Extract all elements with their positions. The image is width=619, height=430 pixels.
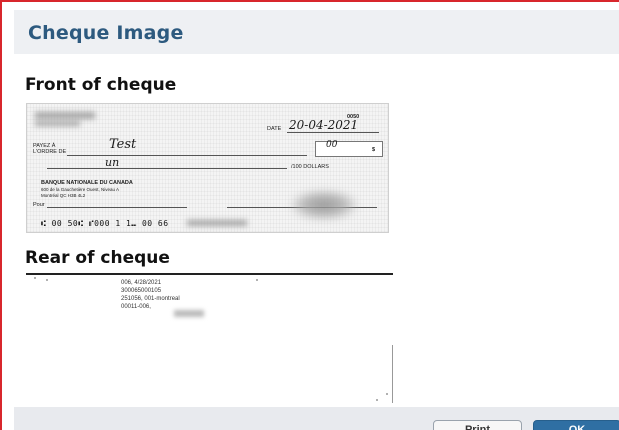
- amount-value: 00: [326, 140, 338, 150]
- redacted-account-number: [187, 220, 247, 226]
- date-line: [287, 132, 379, 133]
- scan-speck: [46, 279, 48, 281]
- rear-line-4: 00011-006,: [121, 304, 151, 310]
- written-amount-line: [47, 168, 287, 169]
- memo-label: Pour: [33, 202, 45, 208]
- payee-value: Test: [109, 137, 137, 152]
- rear-top-edge: [26, 273, 393, 275]
- rear-right-edge: [392, 345, 393, 403]
- bank-address-line2: Montréal QC H3B 4L2: [41, 193, 86, 198]
- date-value: 20-04-2021: [289, 118, 359, 132]
- rear-line-2: 300065000105: [121, 288, 162, 294]
- redacted-holder-name: [35, 112, 95, 119]
- cheque-front-image: 0050 DATE 20-04-2021 PAYEZ À L'ORDRE DE …: [26, 103, 389, 233]
- memo-line: [47, 207, 187, 208]
- front-of-cheque-heading: Front of cheque: [25, 75, 177, 95]
- scan-speck: [376, 399, 378, 401]
- cheque-rear-image: 006, 4/28/2021 300065000105 251056, 001-…: [26, 273, 393, 404]
- bank-address-line1: 600 de la Gauchetière Ouest, Niveau A: [41, 187, 120, 192]
- payee-label-line2: L'ORDRE DE: [33, 149, 67, 155]
- bank-name: BANQUE NATIONALE DU CANADA: [41, 180, 133, 186]
- rear-of-cheque-heading: Rear of cheque: [25, 248, 170, 268]
- date-label: DATE: [267, 126, 282, 132]
- scan-speck: [256, 279, 258, 281]
- print-button[interactable]: Print: [433, 420, 522, 430]
- redacted-rear-info: [174, 310, 204, 317]
- rear-line-1: 006, 4/28/2021: [121, 280, 162, 286]
- dialog-header: Cheque Image: [14, 10, 619, 54]
- currency-symbol: $: [372, 147, 376, 153]
- amount-box: 00 $: [315, 140, 383, 157]
- ok-button[interactable]: OK: [533, 420, 619, 430]
- dialog-footer: Print OK: [14, 407, 619, 430]
- dollars-label: /100 DOLLARS: [291, 164, 329, 170]
- redacted-signature: [289, 189, 359, 221]
- scan-speck: [386, 393, 388, 395]
- dialog-title: Cheque Image: [28, 22, 184, 44]
- micr-line: ⑆ 00 50⑆ ⑈000 1 1⑉ 00 66: [41, 219, 169, 228]
- cheque-image-dialog: Cheque Image Front of cheque 0050 DATE 2…: [0, 0, 619, 430]
- payee-line: [67, 155, 307, 156]
- scan-speck: [34, 277, 36, 279]
- rear-line-3: 251056, 001-montreal: [121, 296, 180, 302]
- redacted-holder-address: [35, 121, 80, 126]
